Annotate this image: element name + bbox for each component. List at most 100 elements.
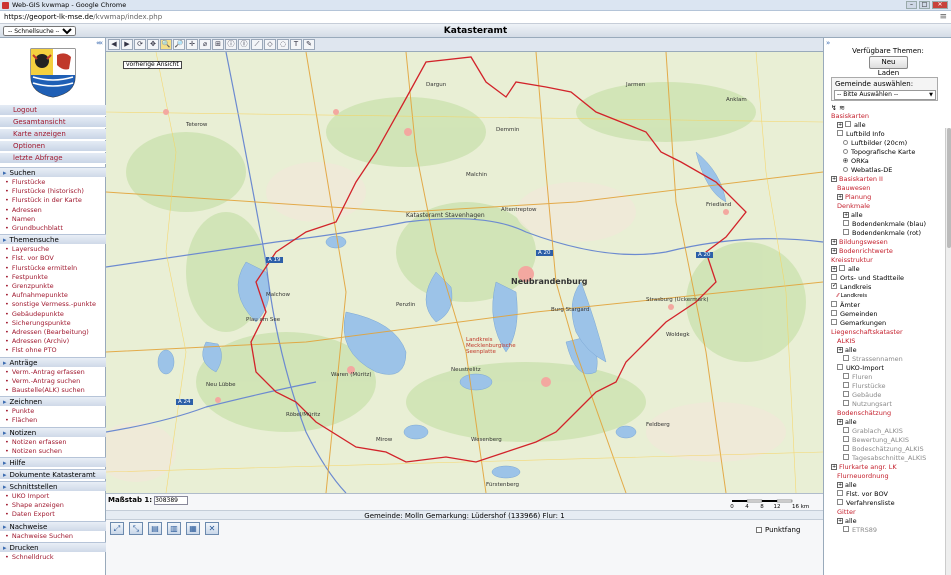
layer-tree-row[interactable]: Luftbilder (20cm) [843, 139, 907, 148]
layer-tree-row[interactable]: Gebäude [843, 391, 881, 400]
menu-item[interactable]: Layersuche [0, 245, 106, 254]
pan-tool-button[interactable]: ✥ [147, 39, 159, 50]
layer-export-button[interactable]: ▤ [148, 522, 162, 535]
layer-checkbox[interactable] [843, 229, 849, 235]
layer-tools-icon[interactable]: ↯ ≋ [831, 104, 845, 112]
forward-tool-button[interactable]: ▶ [121, 39, 133, 50]
menu-item[interactable]: Grenzpunkte [0, 282, 106, 291]
collapse-right-icon[interactable]: » [826, 39, 830, 47]
menu-item[interactable]: Adressen [0, 206, 106, 215]
nav-karte-anzeigen[interactable]: Karte anzeigen [0, 129, 106, 140]
area-tool-button[interactable]: ◇ [264, 39, 276, 50]
menu-item[interactable]: UKO Import [0, 492, 106, 501]
menu-item[interactable]: Schnelldruck [0, 553, 106, 562]
layer-tree-row[interactable]: + alle [831, 265, 860, 274]
menu-item[interactable]: Flst. vor BOV [0, 254, 106, 263]
layer-tree-row[interactable]: Fluren [843, 373, 872, 382]
layer-tree-row[interactable]: + Planung [837, 193, 871, 202]
layer-checkbox[interactable] [845, 121, 851, 127]
expand-icon[interactable]: + [837, 482, 843, 488]
reload-button[interactable]: Neu Laden [869, 56, 908, 77]
menu-item[interactable]: Nachweise Suchen [0, 532, 106, 541]
menu-item[interactable]: Flst ohne PTO [0, 346, 106, 355]
measure-tool-button[interactable]: ⌀ [199, 39, 211, 50]
freehand-tool-button[interactable]: ✎ [303, 39, 315, 50]
expand-icon[interactable]: + [831, 464, 837, 470]
layer-tree-row[interactable]: + Basiskarten II [831, 175, 883, 184]
expand-icon[interactable]: + [837, 122, 843, 128]
layer-tree-row[interactable]: + alle [837, 517, 857, 526]
layer-tree-row[interactable]: Liegenschaftskataster [831, 328, 903, 337]
menu-item[interactable]: Flurstücke (historisch) [0, 187, 106, 196]
zoom-out-tool-button[interactable]: 🔎 [173, 39, 185, 50]
nav-logout[interactable]: Logout [0, 105, 106, 116]
layer-radio[interactable] [843, 158, 848, 163]
menu-item[interactable]: Notizen suchen [0, 447, 106, 456]
layer-tree-row[interactable]: Flst. vor BOV [837, 490, 888, 499]
layer-tree-row[interactable]: Luftbild Info [837, 130, 885, 139]
map-canvas[interactable]: Katasteramt Stavenhagen Neubrandenburg Lan… [106, 52, 823, 493]
layer-tree-row[interactable]: Bewertung_ALKIS [843, 436, 909, 445]
nav-gesamtansicht[interactable]: Gesamtansicht [0, 117, 106, 128]
menu-section-nachweise[interactable]: Nachweise [0, 520, 106, 531]
layer-tree-row[interactable]: Denkmale [837, 202, 870, 211]
layer-tree-row[interactable]: + Flurkarte angr. LK [831, 463, 897, 472]
layer-checkbox[interactable] [843, 382, 849, 388]
layer-tree-row[interactable]: ⁄⁄ Landkreis [837, 292, 867, 301]
layer-tree-row[interactable]: Bodendenkmale (rot) [843, 229, 921, 238]
menu-item[interactable]: Adressen (Archiv) [0, 337, 106, 346]
menu-item[interactable]: Gebäudepunkte [0, 310, 106, 319]
layer-checkbox[interactable] [843, 436, 849, 442]
layer-checkbox[interactable] [839, 265, 845, 271]
punktfang-checkbox[interactable] [756, 527, 762, 533]
menu-section-drucken[interactable]: Drucken [0, 541, 106, 552]
layer-tree-row[interactable]: Bodenschätzung [837, 409, 891, 418]
expand-icon[interactable]: + [831, 248, 837, 254]
expand-icon[interactable]: + [831, 176, 837, 182]
layer-tree-row[interactable]: Nutzungsart [843, 400, 892, 409]
nav-optionen[interactable]: Optionen [0, 141, 106, 152]
layer-tree-row[interactable]: Gemeinden [831, 310, 878, 319]
menu-item[interactable]: Sicherungspunkte [0, 319, 106, 328]
maximize-button[interactable]: □ [919, 1, 930, 9]
menu-section-zeichnen[interactable]: Zeichnen [0, 396, 106, 407]
layer-checkbox[interactable] [843, 373, 849, 379]
menu-item[interactable]: Flächen [0, 416, 106, 425]
menu-section-notizen[interactable]: Notizen [0, 426, 106, 437]
menu-item[interactable]: Notizen erfassen [0, 438, 106, 447]
refresh-tool-button[interactable]: ⟳ [134, 39, 146, 50]
layer-checkbox[interactable] [843, 526, 849, 532]
layer-tree-row[interactable]: Bodeschätzung_ALKIS [843, 445, 924, 454]
menu-item[interactable]: Verm.-Antrag suchen [0, 377, 106, 386]
layer-tree-row[interactable]: ORKa [843, 157, 869, 166]
punktfang-toggle[interactable]: Punktfang [756, 526, 800, 534]
menu-item[interactable]: Flurstücke [0, 178, 106, 187]
menu-section-anträge[interactable]: Anträge [0, 356, 106, 367]
layer-tree-row[interactable]: + alle [843, 211, 863, 220]
layer-radio[interactable] [843, 140, 848, 145]
layer-tree-row[interactable]: + Bodenrichtwerte [831, 247, 893, 256]
zoom-window-button[interactable]: ⤡ [129, 522, 143, 535]
back-tool-button[interactable]: ◀ [108, 39, 120, 50]
menu-section-dokumente-katasteramt[interactable]: Dokumente Katasteramt [0, 469, 106, 479]
expand-icon[interactable]: + [831, 266, 837, 272]
layer-scrollbar[interactable] [945, 128, 951, 575]
menu-item[interactable]: Shape anzeigen [0, 501, 106, 510]
layer-checkbox[interactable] [843, 220, 849, 226]
layer-checkbox[interactable] [837, 490, 843, 496]
layer-tree-row[interactable]: Kreisstruktur [831, 256, 873, 265]
layer-tree-row[interactable]: Gemarkungen [831, 319, 886, 328]
address-bar[interactable]: https://geoport-lk-mse.de/kvwmap/index.p… [0, 11, 951, 24]
layer-tree-row[interactable]: + Bildungswesen [831, 238, 888, 247]
menu-section-themensuche[interactable]: Themensuche [0, 234, 106, 245]
menu-item[interactable]: Aufnahmepunkte [0, 291, 106, 300]
layer-tree-row[interactable]: Webatlas-DE [843, 166, 892, 175]
layer-tree-row[interactable]: UKO-Import [837, 364, 884, 373]
query-tool-button[interactable]: Ⓘ [238, 39, 250, 50]
layer-tree-row[interactable]: + alle [837, 481, 857, 490]
expand-icon[interactable]: + [837, 419, 843, 425]
expand-icon[interactable]: + [837, 518, 843, 524]
expand-icon[interactable]: + [843, 212, 849, 218]
expand-icon[interactable]: + [837, 194, 843, 200]
menu-item[interactable]: Namen [0, 215, 106, 224]
